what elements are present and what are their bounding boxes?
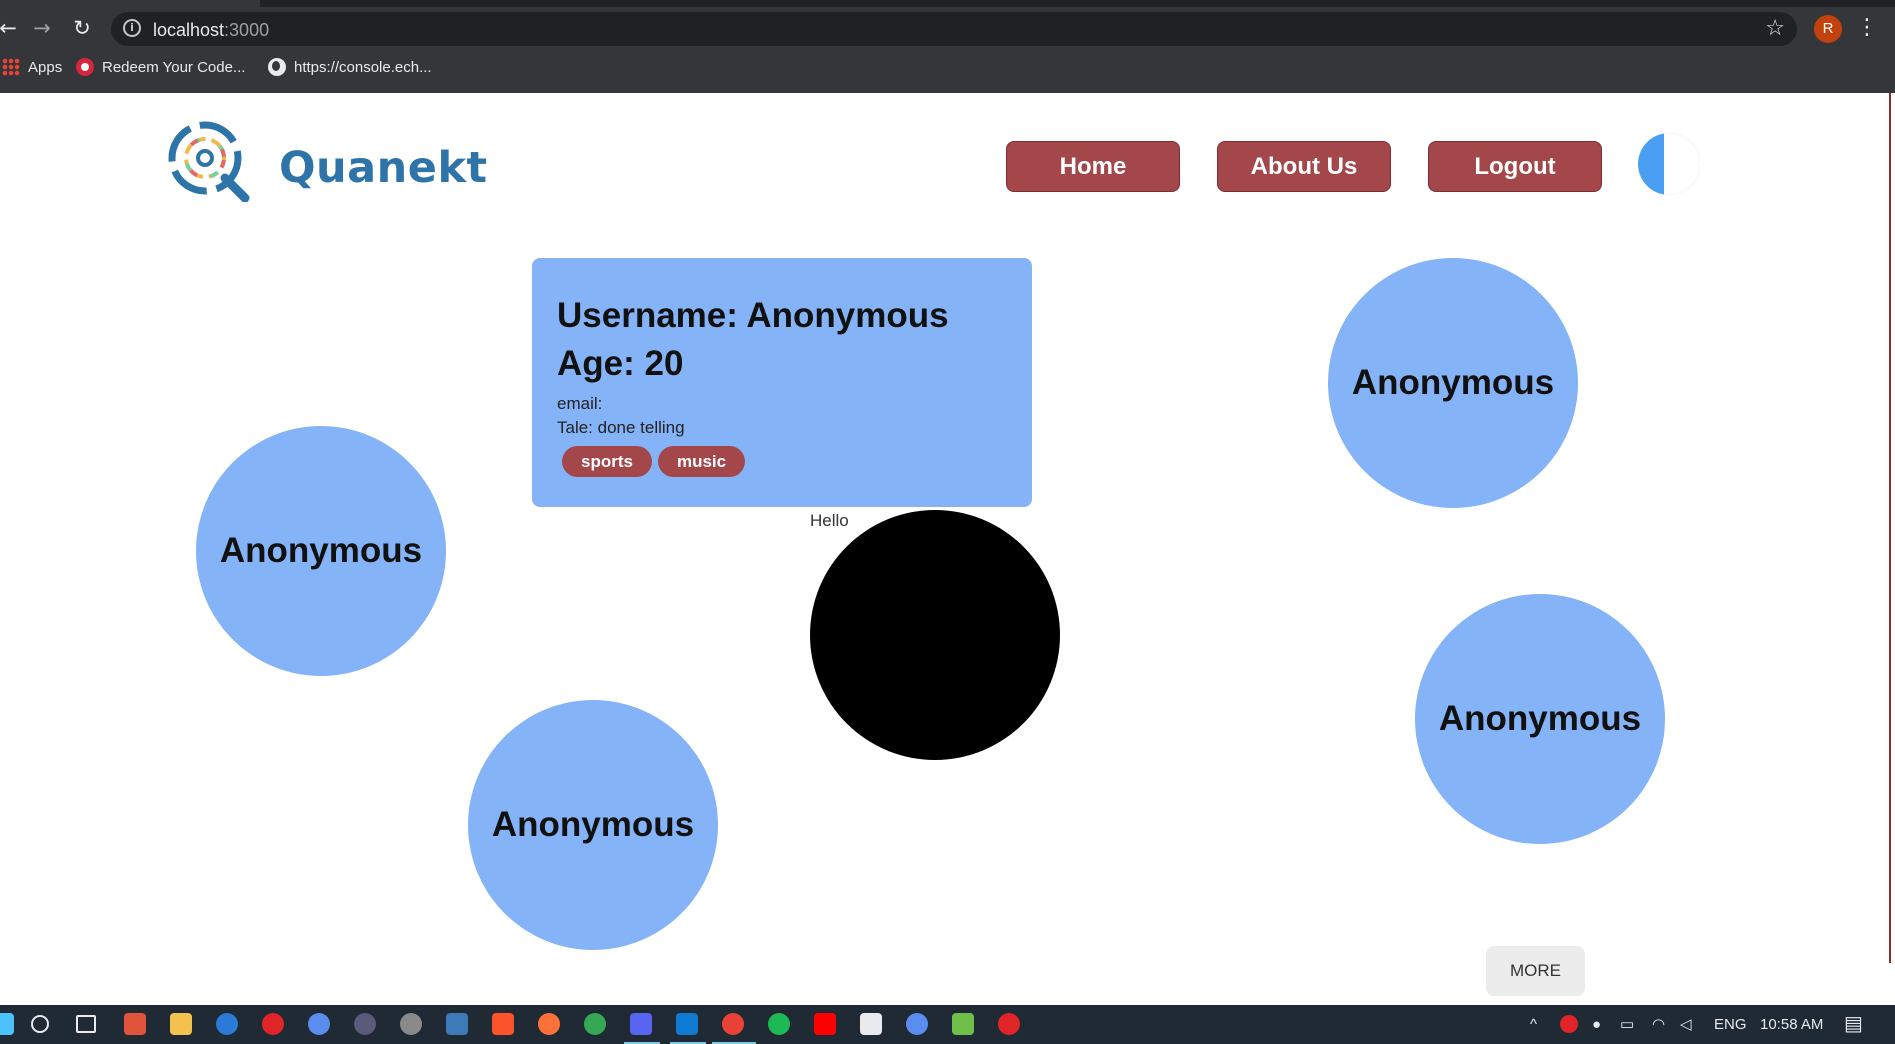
tray-chevron-icon[interactable]: ^ — [1530, 1005, 1537, 1044]
more-button[interactable]: MORE — [1486, 946, 1585, 996]
start-icon[interactable] — [0, 1013, 14, 1035]
microphone-icon[interactable]: ● — [1592, 1005, 1601, 1044]
tab-strip — [260, 0, 1895, 7]
hello-label: Hello — [810, 511, 849, 530]
bookmark-label: https://console.ech... — [294, 59, 432, 76]
site-info-icon[interactable]: i — [123, 19, 141, 37]
chromium-icon[interactable] — [308, 1013, 330, 1035]
interest-tags: sports music — [562, 446, 1007, 477]
quanekt-logo-icon[interactable] — [165, 118, 253, 202]
discord-icon[interactable] — [630, 1013, 652, 1035]
clock[interactable]: 10:58 AM — [1760, 1005, 1823, 1044]
profile-tale: Tale: done telling — [557, 418, 685, 437]
language-indicator[interactable]: ENG — [1714, 1005, 1747, 1044]
bookmark-apps[interactable]: Apps — [2, 55, 62, 81]
record-tray-icon[interactable] — [1560, 1015, 1578, 1033]
opera-icon[interactable] — [262, 1013, 284, 1035]
nav-about-button[interactable]: About Us — [1217, 141, 1391, 192]
brand-name[interactable]: Quanekt — [279, 143, 488, 193]
bookmark-redeem[interactable]: Redeem Your Code... — [76, 55, 245, 81]
chrome-active-icon[interactable] — [722, 1013, 744, 1035]
interest-tag[interactable]: music — [657, 446, 746, 477]
url-port: :3000 — [224, 20, 270, 40]
user-avatar-button[interactable] — [1638, 133, 1700, 195]
reload-icon[interactable]: ↻ — [68, 14, 96, 42]
profile-age: Age: 20 — [557, 344, 684, 383]
vscode-icon[interactable] — [676, 1013, 698, 1035]
adobe-icon[interactable] — [814, 1013, 836, 1035]
bookmark-label: Redeem Your Code... — [102, 59, 246, 76]
spotify-icon[interactable] — [768, 1013, 790, 1035]
profile-email: email: — [557, 394, 603, 413]
edge-icon[interactable] — [216, 1013, 238, 1035]
app-icon-4[interactable] — [446, 1013, 468, 1035]
nav-home-button[interactable]: Home — [1006, 141, 1180, 192]
profile-avatar[interactable]: R — [1814, 15, 1842, 43]
volume-icon[interactable]: ◁ — [1680, 1005, 1692, 1044]
app-icon-2[interactable] — [354, 1013, 376, 1035]
current-user-circle[interactable] — [810, 510, 1060, 760]
battery-icon[interactable]: ▭ — [1620, 1005, 1634, 1044]
app-icon-5[interactable] — [906, 1013, 928, 1035]
address-bar[interactable]: i localhost:3000 ☆ — [111, 12, 1797, 46]
chrome-icon[interactable] — [584, 1013, 606, 1035]
page-edge-line — [1889, 93, 1891, 963]
wifi-icon[interactable]: ◠ — [1652, 1005, 1665, 1044]
search-icon[interactable] — [31, 1015, 49, 1033]
brave-icon[interactable] — [492, 1013, 514, 1035]
user-bubble[interactable]: Anonymous — [1328, 258, 1578, 508]
app-icon-6[interactable] — [952, 1013, 974, 1035]
recorder-icon[interactable] — [998, 1013, 1020, 1035]
user-bubble[interactable]: Anonymous — [196, 426, 446, 676]
url-host: localhost — [153, 20, 225, 40]
bookmark-console[interactable]: https://console.ech... — [268, 55, 432, 81]
chrome-menu-icon[interactable]: ⋮ — [1856, 14, 1878, 42]
bookmark-star-icon[interactable]: ☆ — [1765, 16, 1785, 41]
notification-icon[interactable]: ▤ — [1844, 1005, 1863, 1044]
app-icon-1[interactable] — [124, 1013, 146, 1035]
redeem-icon — [76, 58, 94, 76]
page-viewport: Quanekt Home About Us Logout Username: A… — [0, 93, 1895, 1005]
user-bubble[interactable]: Anonymous — [468, 700, 718, 950]
file-explorer-icon[interactable] — [170, 1013, 192, 1035]
apps-grid-icon — [2, 58, 20, 76]
taskbar: ^ ● ▭ ◠ ◁ ENG 10:58 AM ▤ — [0, 1005, 1895, 1044]
bookmark-label: Apps — [28, 59, 63, 76]
interest-tag[interactable]: sports — [562, 446, 652, 477]
user-bubble[interactable]: Anonymous — [1415, 594, 1665, 844]
globe-icon — [268, 58, 286, 76]
browser-chrome: ← → ↻ i localhost:3000 ☆ R ⋮ Apps Redeem… — [0, 0, 1895, 93]
profile-card: Username: Anonymous Age: 20 email: Tale:… — [532, 258, 1032, 507]
back-arrow-icon[interactable]: ← — [0, 14, 22, 42]
app-icon-3[interactable] — [400, 1013, 422, 1035]
shield-icon[interactable] — [860, 1013, 882, 1035]
address-url[interactable]: localhost:3000 — [153, 20, 269, 41]
firefox-icon[interactable] — [538, 1013, 560, 1035]
task-view-icon[interactable] — [76, 1015, 96, 1033]
profile-username: Username: Anonymous — [557, 296, 949, 335]
forward-arrow-icon[interactable]: → — [28, 14, 56, 42]
nav-logout-button[interactable]: Logout — [1428, 141, 1602, 192]
